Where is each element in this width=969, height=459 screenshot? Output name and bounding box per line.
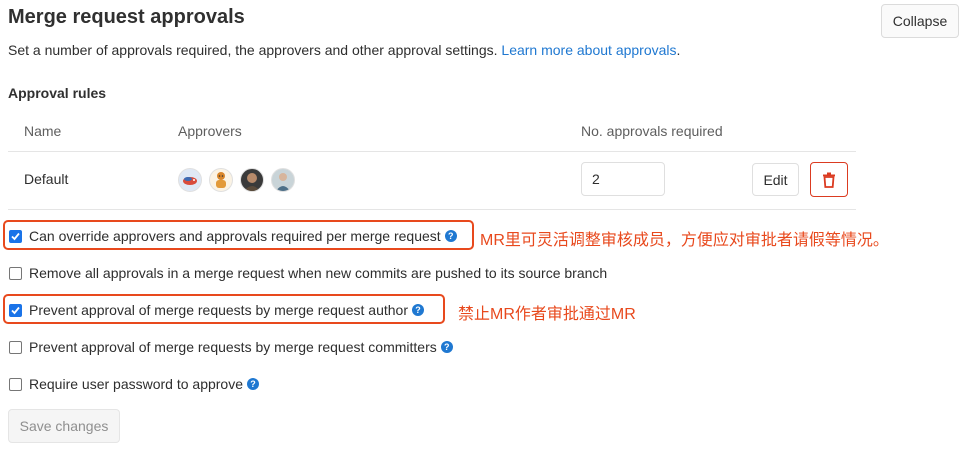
column-name: Name <box>24 123 62 139</box>
avatar-bird[interactable] <box>178 168 202 192</box>
avatar-figure[interactable] <box>209 168 233 192</box>
learn-more-link[interactable]: Learn more about approvals <box>501 42 676 58</box>
page-title: Merge request approvals <box>8 6 245 28</box>
highlight-box-author <box>3 294 445 324</box>
description-end: . <box>676 42 681 58</box>
highlight-box-override <box>3 220 474 250</box>
avatar-person-dark[interactable] <box>240 168 264 192</box>
rule-name: Default <box>24 171 69 187</box>
setting-require-password[interactable]: Require user password to approve ? <box>9 376 260 392</box>
setting-remove-approvals-on-push[interactable]: Remove all approvals in a merge request … <box>9 265 607 281</box>
section-description: Set a number of approvals required, the … <box>8 42 680 58</box>
edit-rule-button[interactable]: Edit <box>752 163 799 196</box>
table-row: Default 2 Edit <box>8 152 856 210</box>
checkbox-unchecked[interactable] <box>9 340 22 354</box>
annotation-note-override: MR里可灵活调整审核成员，方便应对审批者请假等情况。 <box>480 232 889 249</box>
approval-rules-heading: Approval rules <box>8 85 107 101</box>
trash-icon <box>823 172 835 188</box>
help-icon[interactable]: ? <box>247 378 260 390</box>
setting-label: Require user password to approve <box>29 376 244 392</box>
save-changes-button[interactable]: Save changes <box>8 409 120 443</box>
checkbox-unchecked[interactable] <box>9 377 22 391</box>
column-approvals-required: No. approvals required <box>581 123 723 139</box>
avatar-person-light[interactable] <box>271 168 295 192</box>
approval-rules-table: Name Approvers No. approvals required De… <box>8 112 856 210</box>
annotation-note-author: 禁止MR作者审批通过MR <box>458 306 636 323</box>
delete-rule-button[interactable] <box>810 162 848 197</box>
setting-prevent-committer-approval[interactable]: Prevent approval of merge requests by me… <box>9 339 453 355</box>
approver-avatars <box>178 168 295 192</box>
column-approvers: Approvers <box>178 123 242 139</box>
setting-label: Remove all approvals in a merge request … <box>29 265 608 281</box>
table-header: Name Approvers No. approvals required <box>8 112 856 152</box>
checkbox-unchecked[interactable] <box>9 266 22 280</box>
setting-label: Prevent approval of merge requests by me… <box>29 339 437 355</box>
collapse-button[interactable]: Collapse <box>881 4 959 38</box>
description-text: Set a number of approvals required, the … <box>8 42 498 58</box>
approvals-required-input[interactable]: 2 <box>581 162 665 196</box>
help-icon[interactable]: ? <box>440 341 453 353</box>
